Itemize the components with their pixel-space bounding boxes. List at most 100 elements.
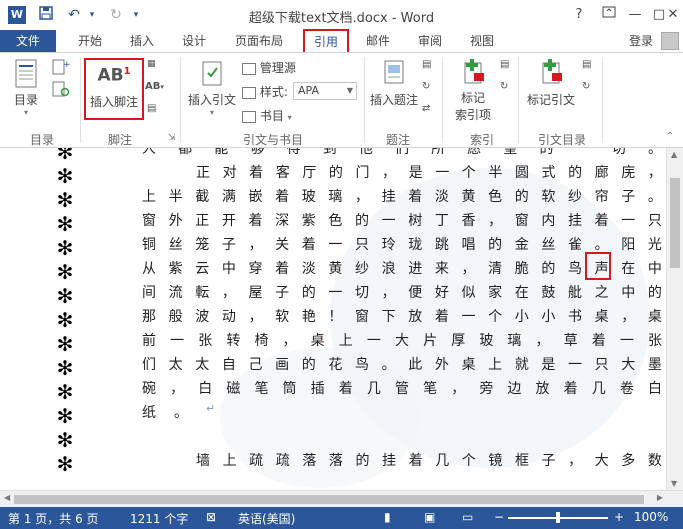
tab-review[interactable]: 审阅: [410, 30, 450, 52]
table-of-contents-button[interactable]: 目录 ▾: [8, 59, 44, 117]
text-char: 是: [541, 357, 556, 373]
manage-sources-button[interactable]: 管理源: [242, 59, 296, 76]
avatar[interactable]: [661, 32, 679, 50]
web-layout-icon[interactable]: ▭: [462, 510, 473, 524]
tab-view[interactable]: 视图: [462, 30, 502, 52]
text-char: 来: [434, 261, 449, 277]
scroll-up-icon[interactable]: ▲: [671, 150, 677, 159]
insert-table-of-figures-icon[interactable]: ▤: [422, 59, 431, 70]
text-char: 阳: [621, 237, 636, 253]
add-text-button[interactable]: +: [52, 59, 71, 78]
vertical-scrollbar[interactable]: ▲ ▼: [666, 148, 683, 490]
text-char: 书: [568, 309, 582, 325]
text-char: 铜: [142, 237, 156, 253]
vertical-scroll-thumb[interactable]: [670, 178, 680, 268]
bibliography-button[interactable]: 书目 ▾: [242, 107, 292, 124]
text-char: 只: [355, 237, 369, 253]
text-char: 人: [142, 148, 156, 157]
text-char: 框: [514, 453, 529, 469]
mark-citation-button[interactable]: 标记引文: [524, 59, 578, 108]
footnote-dialog-launcher-icon[interactable]: ⇲: [168, 133, 176, 143]
word-count[interactable]: 1211 个字: [130, 510, 188, 527]
text-char: 着: [248, 213, 263, 229]
tab-file[interactable]: 文件: [0, 30, 56, 52]
collapse-ribbon-icon[interactable]: ⌃: [666, 131, 674, 142]
horizontal-scrollbar[interactable]: ◀ ▶: [0, 490, 683, 507]
show-notes-icon[interactable]: ▤: [147, 103, 156, 114]
insert-index-icon[interactable]: ▤: [500, 59, 509, 70]
zoom-level[interactable]: 100%: [634, 510, 668, 524]
add-text-icon: +: [52, 59, 71, 75]
insert-caption-button[interactable]: 插入题注: [368, 59, 420, 108]
text-char: 丝: [541, 237, 556, 253]
zoom-out-button[interactable]: −: [494, 510, 504, 524]
horizontal-scroll-thumb[interactable]: [14, 495, 644, 504]
close-button[interactable]: ✕: [664, 4, 682, 26]
language-indicator[interactable]: 英语(美国): [238, 510, 295, 527]
border-ornament-icon: ✻: [56, 188, 74, 212]
proofing-icon[interactable]: ⊠: [206, 510, 216, 524]
insert-citation-button[interactable]: 插入引文 ▾: [186, 59, 238, 117]
group-label-index: 索引: [469, 133, 494, 147]
citation-style-select[interactable]: APA ▼: [293, 82, 357, 100]
text-char: ，: [535, 333, 550, 349]
text-char: 树: [408, 213, 423, 229]
sign-in-link[interactable]: 登录: [629, 30, 653, 52]
text-char: 数: [647, 453, 662, 469]
text-char: 舭: [568, 285, 582, 301]
update-index-icon[interactable]: ↻: [500, 81, 508, 92]
text-char: 的: [514, 189, 529, 205]
mark-entry-button[interactable]: 标记 索引项: [448, 59, 498, 123]
tab-references[interactable]: 引用: [303, 29, 349, 54]
tab-mailings[interactable]: 邮件: [358, 30, 398, 52]
text-char: 金: [514, 237, 529, 253]
text-char: 唱: [461, 237, 476, 253]
text-char: 们: [142, 357, 156, 373]
insert-endnote-icon[interactable]: ▦: [147, 59, 156, 69]
paragraph-line: [142, 426, 662, 450]
text-char: 张: [647, 333, 662, 349]
insertion-point-highlight: [585, 252, 611, 280]
update-figures-icon[interactable]: ↻: [422, 81, 430, 92]
citation-style-value: APA: [298, 84, 319, 97]
text-char: 只: [647, 213, 662, 229]
text-char: 旁: [479, 381, 494, 397]
text-char: 窗: [355, 309, 369, 325]
ribbon-display-options-icon[interactable]: [596, 4, 622, 26]
minimize-button[interactable]: —: [622, 4, 648, 26]
page-border-art: ✻ ✻ ✻ ✻ ✻ ✻ ✻ ✻ ✻ ✻ ✻ ✻ ✻ ✻: [52, 148, 78, 490]
text-char: 落: [302, 453, 317, 469]
text-char: 大: [621, 357, 636, 373]
text-char: 卷: [619, 381, 634, 397]
text-char: 艳: [301, 309, 316, 325]
update-table-button[interactable]: [52, 81, 70, 100]
scroll-right-icon[interactable]: ▶: [657, 493, 663, 502]
text-char: 着: [594, 213, 609, 229]
help-button[interactable]: ?: [566, 4, 592, 26]
insert-caption-icon: [384, 60, 404, 84]
scroll-down-icon[interactable]: ▼: [671, 479, 677, 488]
text-char: ，: [355, 189, 369, 205]
page-count[interactable]: 第 1 页，共 6 页: [8, 510, 99, 527]
insert-toa-icon[interactable]: ▤: [582, 59, 591, 70]
text-char: 鸟: [355, 357, 369, 373]
zoom-in-button[interactable]: +: [614, 510, 624, 524]
tab-page-layout[interactable]: 页面布局: [228, 30, 290, 52]
text-char: 正: [196, 165, 210, 181]
scroll-left-icon[interactable]: ◀: [4, 493, 10, 502]
document-page[interactable]: ✻ ✻ ✻ ✻ ✻ ✻ ✻ ✻ ✻ ✻ ✻ ✻ ✻ ✻ 人都能够得到他们所愿望的一切。正对着客厅的门，是一…: [0, 148, 666, 490]
text-char: 家: [488, 285, 503, 301]
text-char: 开: [221, 213, 236, 229]
print-layout-icon[interactable]: ▣: [424, 510, 435, 524]
read-mode-icon[interactable]: ▮: [384, 510, 391, 524]
tab-home[interactable]: 开始: [70, 30, 110, 52]
tab-insert[interactable]: 插入: [122, 30, 162, 52]
next-footnote-button[interactable]: AB▾: [145, 81, 164, 92]
update-toa-icon[interactable]: ↻: [582, 81, 590, 92]
text-char: 在: [621, 261, 636, 277]
cross-reference-icon[interactable]: ⇄: [422, 103, 430, 114]
style-label-text: 样式:: [259, 85, 288, 99]
zoom-slider-thumb[interactable]: [556, 512, 560, 523]
tab-design[interactable]: 设计: [174, 30, 214, 52]
text-char: 璃: [328, 189, 343, 205]
